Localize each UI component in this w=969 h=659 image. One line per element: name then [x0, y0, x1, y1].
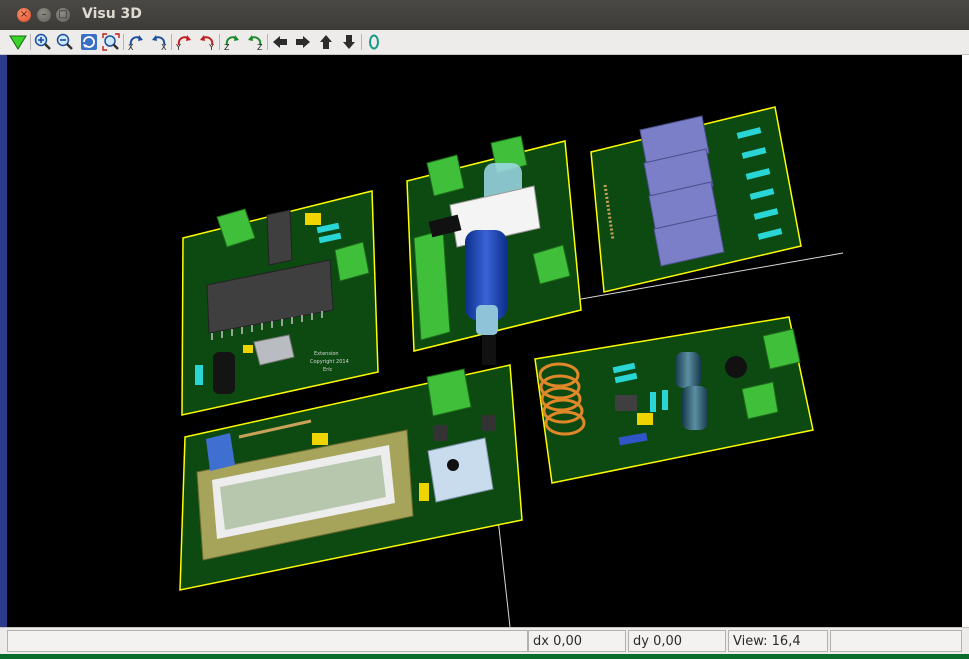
close-button[interactable]: ×	[17, 8, 31, 22]
zoom-out-icon	[56, 33, 73, 50]
status-dy: dy 0,00	[628, 630, 726, 652]
rotate-y-neg-button[interactable]: Y	[174, 32, 194, 52]
window-title: Visu 3D	[82, 6, 142, 22]
svg-text:Z: Z	[224, 43, 230, 51]
minimize-icon: –	[41, 9, 47, 20]
status-dx: dx 0,00	[528, 630, 626, 652]
rotate-x-pos-button[interactable]: X	[149, 32, 169, 52]
svg-text:Z: Z	[257, 43, 263, 51]
rotate-x-neg-button[interactable]: X	[126, 32, 146, 52]
toolbar-separator	[171, 34, 172, 50]
refresh-icon	[81, 34, 97, 50]
pan-up-icon	[320, 35, 332, 49]
toolbar-separator	[123, 34, 124, 50]
status-message	[7, 630, 528, 652]
3d-scene: Extension Copyright 2014 Eric	[179, 106, 844, 628]
rotate-y-pos-button[interactable]: Y	[197, 32, 217, 52]
close-icon: ×	[19, 9, 29, 20]
toolbar-separator	[267, 34, 268, 50]
status-extra	[830, 630, 962, 652]
svg-text:Y: Y	[175, 43, 181, 51]
ortho-icon	[369, 34, 379, 50]
zoom-in-button[interactable]	[33, 32, 53, 52]
redraw-icon	[9, 35, 27, 50]
pan-right-icon	[296, 36, 310, 48]
background-edge-left	[0, 55, 7, 627]
axis-line	[496, 509, 511, 628]
pan-down-button[interactable]	[339, 32, 359, 52]
pan-right-button[interactable]	[293, 32, 313, 52]
pcb-board-power	[406, 135, 582, 365]
pan-down-icon	[343, 35, 355, 49]
zoom-out-button[interactable]	[55, 32, 75, 52]
pan-left-button[interactable]	[270, 32, 290, 52]
pcb-board-relays	[590, 106, 802, 293]
redraw-button[interactable]	[8, 32, 28, 52]
toolbar-separator	[361, 34, 362, 50]
background-edge-bottom	[0, 654, 969, 659]
toolbar: X X Y Y Z Z	[0, 30, 969, 55]
toolbar-separator	[30, 34, 31, 50]
silkscreen-line: Copyright 2014	[310, 359, 349, 365]
pcb-board-mcu: Extension Copyright 2014 Eric	[181, 190, 379, 416]
minimize-button[interactable]: –	[37, 8, 51, 22]
svg-text:X: X	[128, 43, 134, 51]
rotate-y-neg-icon: Y	[175, 35, 191, 51]
zoom-fit-icon	[102, 33, 120, 51]
rotate-z-pos-icon: Z	[248, 35, 263, 51]
svg-text:X: X	[161, 43, 167, 51]
pcb-board-supply	[534, 316, 814, 484]
svg-text:Y: Y	[208, 43, 214, 51]
rotate-z-neg-button[interactable]: Z	[222, 32, 242, 52]
rotate-y-pos-icon: Y	[200, 35, 214, 51]
toolbar-separator	[219, 34, 220, 50]
maximize-icon: □	[58, 9, 68, 20]
maximize-button[interactable]: □	[56, 8, 70, 22]
rotate-x-pos-icon: X	[152, 35, 167, 51]
pan-up-button[interactable]	[316, 32, 336, 52]
zoom-fit-button[interactable]	[101, 32, 121, 52]
ortho-button[interactable]	[364, 32, 384, 52]
title-bar[interactable]: × – □ Visu 3D	[0, 0, 969, 30]
background-edge-right	[962, 55, 969, 627]
rotate-z-neg-icon: Z	[224, 35, 239, 51]
status-view-zoom: View: 16,4	[728, 630, 828, 652]
rotate-x-neg-icon: X	[128, 35, 143, 51]
status-bar: dx 0,00 dy 0,00 View: 16,4	[0, 627, 969, 655]
refresh-button[interactable]	[79, 32, 99, 52]
3d-viewport[interactable]: Extension Copyright 2014 Eric	[7, 55, 962, 628]
zoom-in-icon	[34, 33, 51, 50]
rotate-z-pos-button[interactable]: Z	[245, 32, 265, 52]
visu3d-window: × – □ Visu 3D X X Y Y Z Z Extension Copy…	[0, 0, 969, 659]
pan-left-icon	[273, 36, 287, 48]
silkscreen-line: Extension	[314, 351, 339, 357]
silkscreen-line: Eric	[323, 367, 333, 373]
